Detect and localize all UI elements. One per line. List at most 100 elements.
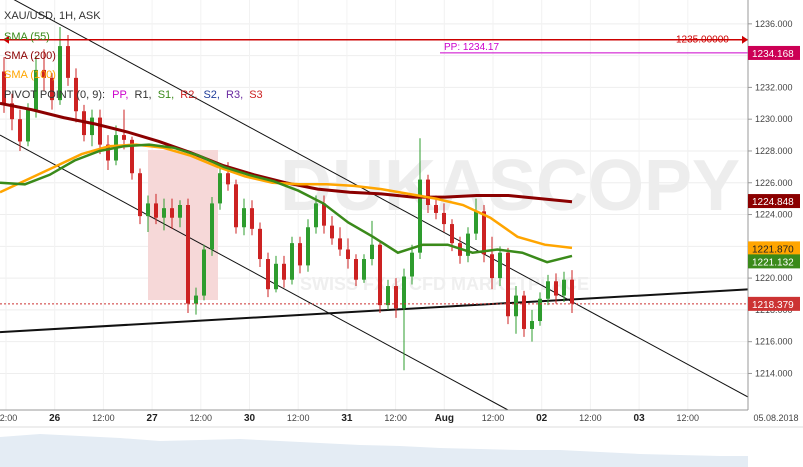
legend-sma55[interactable]: SMA (55) [4,31,50,43]
candle-body [330,225,334,239]
candle-body [394,286,398,309]
pivot-pp: PP, [112,89,128,101]
candle-body [282,263,286,280]
candle-body [226,173,230,185]
pivot-s3: S3 [249,89,262,101]
candle-body [514,295,518,317]
x-tick-label: 12:00 [92,413,115,423]
price-chart: DUKASCOPY SWISS FX & CFD MARKETPLACE 123… [0,0,803,467]
candle-body [418,179,422,253]
y-tick-label: 1230.000 [755,114,793,124]
candle-body [530,321,534,329]
x-tick-label: 12:00 [677,413,700,423]
candle-body [378,244,382,306]
x-tick-label: 12:00 [287,413,310,423]
candle-body [242,208,246,228]
candle-body [474,211,478,234]
candle-body [154,203,158,218]
candle-body [210,203,214,250]
x-tick-label: Aug [435,413,454,424]
candle-body [290,243,294,280]
legend-sma200[interactable]: SMA (200) [4,50,56,62]
candle-body [194,295,198,304]
x-tick-label: 03 [634,413,646,424]
candle-body [26,109,30,142]
candle-body [562,279,566,296]
candle-body [522,295,526,329]
legend-sma100[interactable]: SMA (100) [4,69,56,81]
chart-background [0,0,803,467]
watermark-logo-block [148,150,218,300]
candle-body [274,263,278,290]
price-tag-label: 1234.168 [752,49,794,60]
candle-body [18,119,22,142]
candle-body [218,173,222,204]
y-tick-label: 1220.000 [755,273,793,283]
pivot-r1: R1, [135,89,152,101]
y-tick-label: 1224.000 [755,210,793,220]
candle-body [482,211,486,255]
candle-body [362,259,366,280]
candle-body [298,243,302,266]
x-tick-label: 30 [244,413,256,424]
x-tick-label: 27 [147,413,159,424]
candle-body [258,228,262,260]
candle-body [554,281,558,296]
candle-body [370,244,374,260]
x-tick-label: 12:00 [0,413,17,423]
price-tag-label: 1218.379 [752,300,794,311]
pivot-s1: S1, [158,89,175,101]
level-label-1235: 1235.00000 [676,35,729,46]
candle-body [146,203,150,217]
candle-body [178,205,182,218]
candle-body [538,298,542,322]
candle-body [138,173,142,217]
y-tick-label: 1214.000 [755,368,793,378]
x-date-stamp: 05.08.2018 [753,413,798,423]
candle-body [426,179,430,205]
candle-body [186,205,190,304]
candle-body [442,212,446,225]
y-tick-label: 1228.000 [755,146,793,156]
candle-body [338,238,342,250]
candle-body [506,252,510,317]
y-tick-label: 1216.000 [755,337,793,347]
pivot-s2: S2, [203,89,220,101]
y-tick-label: 1226.000 [755,178,793,188]
candle-body [202,249,206,296]
candle-body [306,227,310,266]
x-tick-label: 12:00 [579,413,602,423]
x-tick-label: 02 [536,413,548,424]
candle-body [66,46,70,78]
x-tick-label: 12:00 [482,413,505,423]
chart-container: DUKASCOPY SWISS FX & CFD MARKETPLACE 123… [0,0,803,467]
candle-body [234,184,238,228]
candle-body [386,286,390,306]
candle-body [410,252,414,277]
candle-body [434,205,438,213]
candle-body [450,224,454,244]
chart-title: XAU/USD, 1H, ASK [4,10,101,22]
candle-body [170,208,174,218]
watermark-subtext: SWISS FX & CFD MARKETPLACE [300,274,589,294]
y-tick-label: 1236.000 [755,19,793,29]
candle-body [546,281,550,299]
price-tag-label: 1224.848 [752,197,794,208]
candle-body [122,135,126,140]
x-tick-label: 12:00 [190,413,213,423]
price-tag-label: 1221.132 [752,257,794,268]
price-tag-label: 1221.870 [752,244,794,255]
candle-body [90,117,94,136]
candle-body [266,259,270,290]
candle-body [346,249,350,260]
pivot-prefix: PIVOT POINT (0, 9): [4,89,105,101]
candle-body [162,208,166,218]
candle-body [322,203,326,226]
candle-body [98,117,102,145]
candle-body [570,279,574,304]
x-tick-label: 31 [341,413,353,424]
pivot-r3: R3, [226,89,243,101]
candle-body [314,203,318,228]
y-tick-label: 1232.000 [755,82,793,92]
pivot-r2: R2, [180,89,197,101]
